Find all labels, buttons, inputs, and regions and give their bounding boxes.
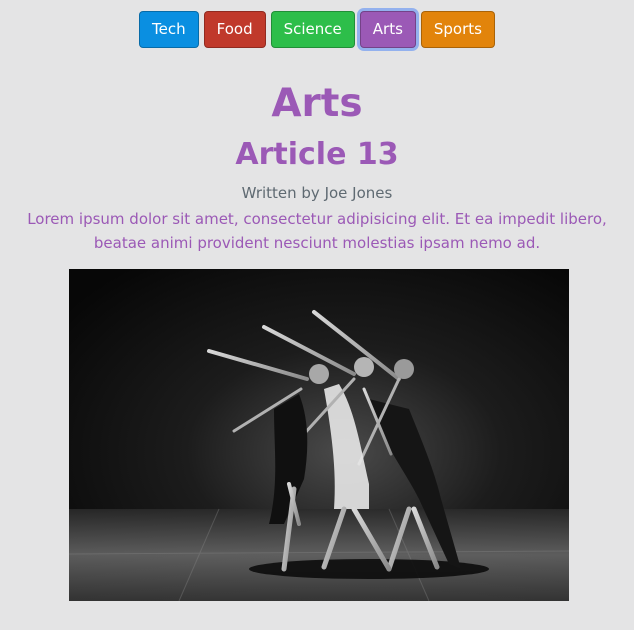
nav-button-food[interactable]: Food <box>203 11 266 48</box>
section-title: Arts <box>271 81 363 126</box>
nav-button-sports[interactable]: Sports <box>420 11 495 48</box>
nav-button-tech[interactable]: Tech <box>139 11 199 48</box>
category-nav: Tech Food Science Arts Sports <box>0 11 634 48</box>
nav-button-science[interactable]: Science <box>270 11 355 48</box>
dance-photo <box>69 269 569 601</box>
article-summary: Lorem ipsum dolor sit amet, consectetur … <box>27 210 607 252</box>
article-title: Article 13 <box>235 137 399 172</box>
nav-button-arts[interactable]: Arts <box>359 11 416 48</box>
article-byline: Written by Joe Jones <box>241 184 393 202</box>
